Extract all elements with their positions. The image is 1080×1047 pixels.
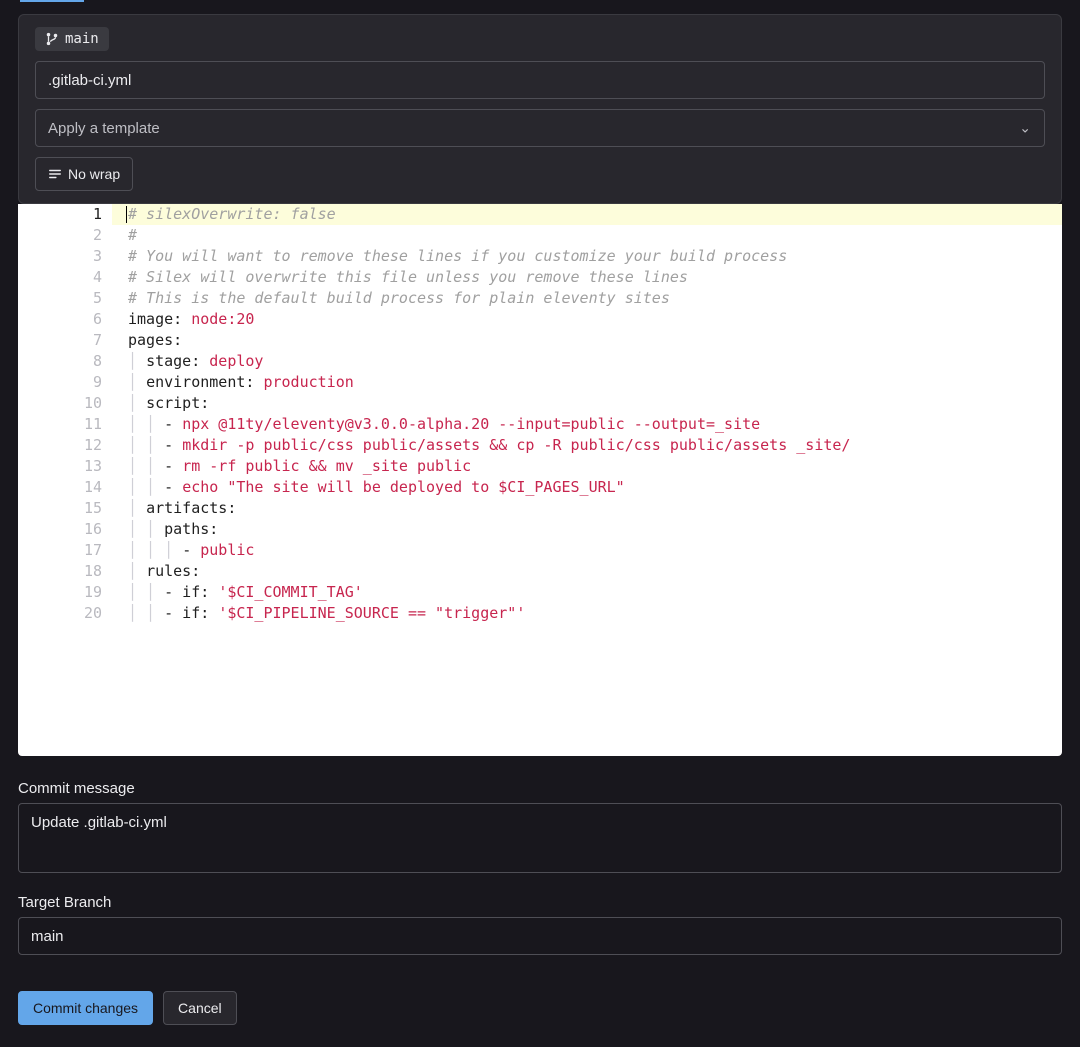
code-line[interactable]: # silexOverwrite: false (112, 204, 1062, 225)
tab-bar (0, 0, 1080, 14)
code-line[interactable]: │ script: (112, 393, 1062, 414)
code-line[interactable]: │ │ - npx @11ty/eleventy@v3.0.0-alpha.20… (112, 414, 1062, 435)
code-line[interactable]: │ │ │ - public (112, 540, 1062, 561)
line-number: 11 (18, 414, 104, 435)
line-number: 2 (18, 225, 104, 246)
code-line[interactable]: # Silex will overwrite this file unless … (112, 267, 1062, 288)
nowrap-icon (48, 167, 62, 181)
code-area[interactable]: # silexOverwrite: false## You will want … (112, 204, 1062, 756)
action-row: Commit changes Cancel (0, 991, 1080, 1043)
cancel-button[interactable]: Cancel (163, 991, 237, 1025)
active-tab-indicator (20, 0, 84, 2)
line-number: 9 (18, 372, 104, 393)
code-line[interactable]: │ │ - mkdir -p public/css public/assets … (112, 435, 1062, 456)
code-line[interactable]: │ │ - if: '$CI_COMMIT_TAG' (112, 582, 1062, 603)
template-select[interactable]: Apply a template (35, 109, 1045, 147)
code-line[interactable]: │ │ paths: (112, 519, 1062, 540)
code-line[interactable]: │ environment: production (112, 372, 1062, 393)
line-number: 5 (18, 288, 104, 309)
code-line[interactable]: │ │ - rm -rf public && mv _site public (112, 456, 1062, 477)
line-number: 18 (18, 561, 104, 582)
code-line[interactable]: pages: (112, 330, 1062, 351)
wrap-toggle-button[interactable]: No wrap (35, 157, 133, 191)
line-number: 20 (18, 603, 104, 624)
commit-message-input[interactable] (18, 803, 1062, 873)
line-number: 15 (18, 498, 104, 519)
line-number: 1 (18, 204, 104, 225)
editor-header-panel: main Apply a template ⌄ No wrap (18, 14, 1062, 204)
code-line[interactable]: │ rules: (112, 561, 1062, 582)
line-number: 19 (18, 582, 104, 603)
target-branch-input[interactable] (18, 917, 1062, 955)
branch-badge[interactable]: main (35, 27, 109, 51)
line-number: 16 (18, 519, 104, 540)
code-line[interactable]: # (112, 225, 1062, 246)
commit-form: Commit message Target Branch (0, 756, 1080, 973)
filename-input[interactable] (35, 61, 1045, 99)
commit-message-label: Commit message (18, 780, 1062, 797)
branch-name: main (65, 31, 99, 47)
code-line[interactable]: │ artifacts: (112, 498, 1062, 519)
code-editor[interactable]: 1234567891011121314151617181920 # silexO… (18, 204, 1062, 756)
line-number: 10 (18, 393, 104, 414)
code-line[interactable]: │ │ - if: '$CI_PIPELINE_SOURCE == "trigg… (112, 603, 1062, 624)
wrap-toggle-label: No wrap (68, 166, 120, 182)
line-number: 4 (18, 267, 104, 288)
line-number: 14 (18, 477, 104, 498)
commit-changes-button[interactable]: Commit changes (18, 991, 153, 1025)
line-number: 6 (18, 309, 104, 330)
line-number: 7 (18, 330, 104, 351)
line-gutter: 1234567891011121314151617181920 (18, 204, 112, 756)
line-number: 17 (18, 540, 104, 561)
line-number: 12 (18, 435, 104, 456)
line-number: 13 (18, 456, 104, 477)
code-line[interactable]: │ stage: deploy (112, 351, 1062, 372)
code-line[interactable]: # You will want to remove these lines if… (112, 246, 1062, 267)
code-line[interactable]: image: node:20 (112, 309, 1062, 330)
code-line[interactable]: # This is the default build process for … (112, 288, 1062, 309)
target-branch-label: Target Branch (18, 894, 1062, 911)
branch-icon (45, 32, 59, 46)
code-line[interactable]: │ │ - echo "The site will be deployed to… (112, 477, 1062, 498)
line-number: 3 (18, 246, 104, 267)
line-number: 8 (18, 351, 104, 372)
